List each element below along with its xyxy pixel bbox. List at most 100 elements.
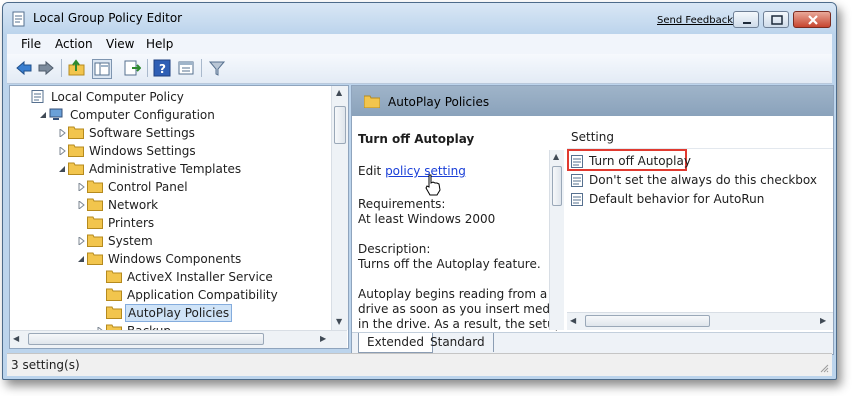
view-tabs: Extended Standard [352,332,833,354]
folder-icon [106,288,122,301]
expanded-arrow-icon[interactable] [58,165,66,173]
tree-item[interactable]: Administrative Templates [10,160,328,178]
app-window: Local Group Policy Editor Send Feedback … [2,2,837,380]
tree-item-label: Local Computer Policy [51,90,184,104]
policy-setting-icon [571,155,583,168]
folder-icon [87,234,103,247]
tree-hscroll-thumb[interactable] [28,333,264,345]
status-bar: 3 setting(s) [7,353,832,376]
menu-view[interactable]: View [106,37,134,51]
folder-icon [68,126,84,139]
maximize-icon [771,15,783,25]
scroll-left-arrow-icon[interactable]: ◀ [570,316,576,325]
scroll-down-arrow-icon[interactable]: ▼ [336,317,342,326]
back-icon[interactable] [15,59,33,77]
description-para-line-2: drive as soon as you insert media [358,302,561,316]
scroll-up-arrow-icon[interactable]: ▲ [553,152,559,161]
console-tree: BackupAutoPlay PoliciesApplication Compa… [9,85,349,349]
folder-icon [87,198,103,211]
menu-bar: File Action View Help [7,34,832,54]
folder-icon [68,144,84,157]
tree-item[interactable]: ActiveX Installer Service [10,268,328,286]
close-button[interactable] [793,11,831,28]
policy-heading: Turn off Autoplay [358,132,475,146]
extended-description: Turn off Autoplay Edit policy setting Re… [352,116,564,331]
tree-item[interactable]: Windows Components [10,250,328,268]
scroll-up-arrow-icon[interactable]: ▲ [336,88,342,97]
folder-icon [87,252,103,265]
list-horizontal-scrollbar[interactable]: ◀ ▶ [567,312,833,330]
collapsed-arrow-icon[interactable] [58,147,66,155]
settings-list: Setting Turn off Autoplay Don't set the … [567,116,833,330]
tree-item-label: ActiveX Installer Service [127,270,273,284]
tree-item[interactable]: Network [10,196,328,214]
tree-item[interactable]: Local Computer Policy [10,88,328,106]
description-text: Turns off the Autoplay feature. [358,257,541,271]
menu-help[interactable]: Help [146,37,173,51]
list-item-label: Turn off Autoplay [589,154,691,168]
description-label: Description: [358,242,431,256]
description-para-line-3: in the drive. As a result, the setup [358,317,563,331]
minimize-button[interactable] [733,11,759,28]
scroll-right-arrow-icon[interactable]: ▶ [320,334,326,343]
tree-vscroll-thumb[interactable] [334,106,346,144]
maximize-button[interactable] [763,11,789,28]
folder-icon [106,270,122,283]
expanded-arrow-icon[interactable] [39,111,47,119]
list-hscroll-thumb[interactable] [585,315,710,327]
tree-item[interactable]: System [10,232,328,250]
help-icon[interactable]: ? [153,59,171,77]
tree-item[interactable]: AutoPlay Policies [10,304,328,322]
list-item-label: Default behavior for AutoRun [589,192,765,206]
hand-cursor-icon [425,174,441,196]
show-hide-tree-icon[interactable] [92,59,112,79]
up-folder-icon[interactable] [68,59,86,77]
forward-icon[interactable] [37,59,55,77]
menu-action[interactable]: Action [55,37,93,51]
tree-item[interactable]: Control Panel [10,178,328,196]
computer-icon [49,108,63,120]
folder-icon [106,306,122,319]
send-feedback-link[interactable]: Send Feedback [657,15,733,26]
title-bar[interactable]: Local Group Policy Editor Send Feedback [3,3,836,34]
tree-item-label: Printers [108,216,155,230]
description-scroll-thumb[interactable] [552,166,562,206]
filter-icon[interactable] [208,59,226,77]
details-header-title: AutoPlay Policies [388,95,490,109]
tree-item[interactable]: Software Settings [10,124,328,142]
edit-line: Edit policy setting [358,164,466,178]
resize-grip-icon[interactable] [819,363,829,373]
tree-vertical-scrollbar[interactable]: ▲ ▼ [331,86,348,330]
tree-item[interactable]: Computer Configuration [10,106,328,124]
tree-item-label: System [108,234,153,248]
collapsed-arrow-icon[interactable] [77,183,85,191]
tree-item-label: Software Settings [89,126,195,140]
tree-item-label: Network [108,198,159,212]
setting-column-header[interactable]: Setting [571,130,614,144]
details-pane: AutoPlay Policies Turn off Autoplay Edit… [351,85,834,355]
description-scrollbar[interactable]: ▲ [549,150,564,330]
collapsed-arrow-icon[interactable] [77,237,85,245]
policy-setting-icon [571,174,583,187]
tree-item[interactable]: Windows Settings [10,142,328,160]
tree-item-label: Windows Components [108,252,242,266]
details-header: AutoPlay Policies [352,86,833,116]
properties-icon[interactable] [177,59,195,77]
collapsed-arrow-icon[interactable] [58,129,66,137]
tab-standard[interactable]: Standard [422,333,494,352]
scroll-right-arrow-icon[interactable]: ▶ [820,316,826,325]
tree-item[interactable]: Printers [10,214,328,232]
menu-file[interactable]: File [21,37,41,51]
minimize-icon [743,22,751,24]
window-title: Local Group Policy Editor [33,11,183,25]
tree-horizontal-scrollbar[interactable]: ◀ ▶ [10,330,347,348]
collapsed-arrow-icon[interactable] [77,201,85,209]
folder-icon [87,180,103,193]
tree-item-label: AutoPlay Policies [125,304,233,322]
tree-item-label: Computer Configuration [70,108,215,122]
export-list-icon[interactable] [123,59,141,77]
expanded-arrow-icon[interactable] [77,255,85,263]
tree-item-label: Windows Settings [89,144,196,158]
tree-item[interactable]: Application Compatibility [10,286,328,304]
scroll-left-arrow-icon[interactable]: ◀ [13,334,19,343]
